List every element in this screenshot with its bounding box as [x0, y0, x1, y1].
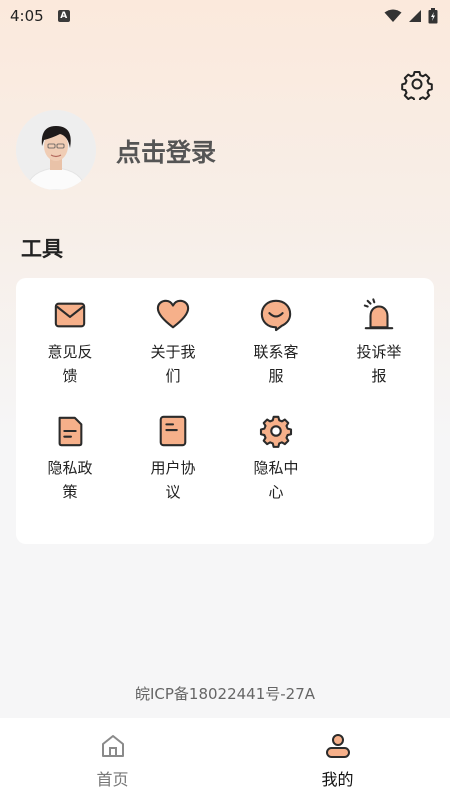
gear-icon	[401, 71, 433, 103]
nav-home[interactable]: 首页	[0, 718, 225, 800]
tool-privacy-center[interactable]: 隐私中心	[224, 394, 328, 504]
tools-card: 意见反馈 关于我们 联系客服 投诉举报 隐私政策 用户协议 隐私中心	[16, 278, 434, 544]
nav-label: 我的	[321, 770, 354, 789]
login-link[interactable]: 点击登录	[116, 133, 216, 169]
user-icon	[325, 734, 350, 758]
battery-icon	[428, 8, 438, 24]
wifi-icon	[384, 9, 402, 22]
smile-chat-icon	[260, 299, 292, 332]
tool-about-us[interactable]: 关于我们	[121, 278, 225, 388]
document-icon	[58, 416, 83, 447]
nav-mine[interactable]: 我的	[225, 718, 450, 800]
status-bar: 4:05 A	[0, 0, 450, 32]
avatar-image	[16, 110, 96, 190]
nav-label: 首页	[96, 770, 129, 789]
tool-user-agreement[interactable]: 用户协议	[121, 394, 225, 504]
tool-label: 用户协议	[150, 459, 196, 501]
alarm-icon	[363, 298, 394, 330]
tool-label: 意见反馈	[47, 343, 93, 385]
tool-privacy-policy[interactable]: 隐私政策	[18, 394, 122, 504]
tool-label: 联系客服	[253, 343, 299, 385]
tools-section-title: 工具	[21, 237, 63, 261]
tool-label: 关于我们	[150, 343, 196, 385]
tool-label: 隐私中心	[253, 459, 299, 501]
signal-icon	[409, 10, 421, 22]
tool-contact-service[interactable]: 联系客服	[224, 278, 328, 388]
notification-icon: A	[57, 10, 70, 22]
mail-icon	[54, 302, 86, 328]
home-icon	[101, 735, 124, 757]
settings-button[interactable]	[401, 68, 433, 103]
heart-icon	[156, 299, 190, 329]
gear-icon	[259, 415, 293, 448]
avatar[interactable]	[16, 110, 96, 190]
icp-license: 皖ICP备18022441号-27A	[134, 685, 316, 703]
tool-label: 隐私政策	[47, 459, 93, 501]
status-time: 4:05	[10, 7, 44, 25]
status-icons	[384, 8, 438, 24]
tool-label: 投诉举报	[356, 343, 402, 385]
tool-complaint-report[interactable]: 投诉举报	[327, 278, 431, 388]
bottom-nav: 首页 我的	[0, 718, 450, 800]
tool-feedback[interactable]: 意见反馈	[18, 278, 122, 388]
note-icon	[159, 415, 187, 447]
